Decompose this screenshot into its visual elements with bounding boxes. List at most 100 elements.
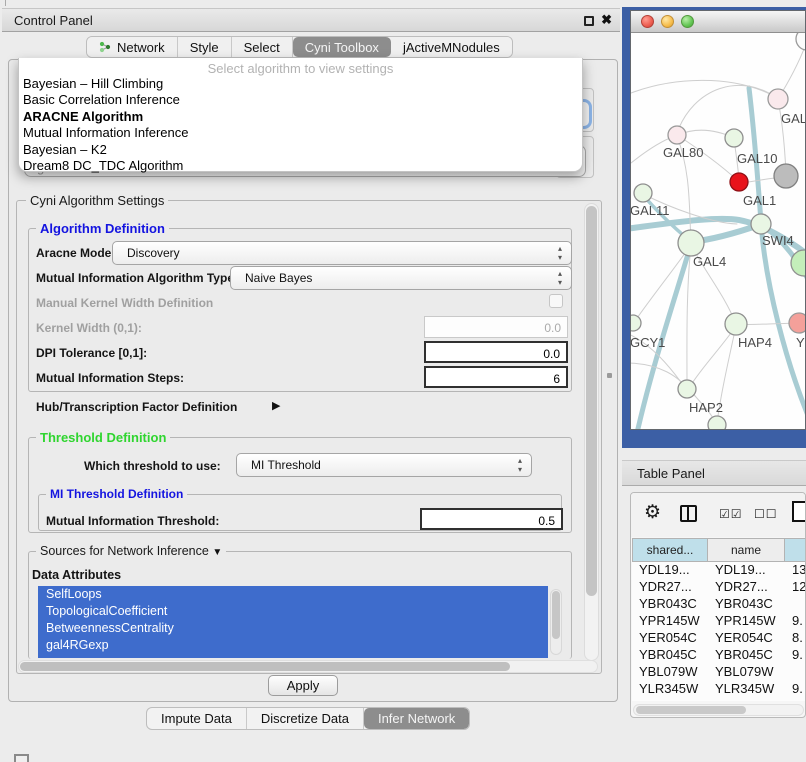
which-threshold-value: MI Threshold xyxy=(251,458,321,472)
algorithm-option[interactable]: Basic Correlation Inference xyxy=(19,92,582,108)
settings-gear-icon[interactable]: ⚙ xyxy=(644,501,661,524)
network-node[interactable] xyxy=(668,126,686,144)
tab-jactivemnodules[interactable]: jActiveMNodules xyxy=(391,37,512,57)
network-node[interactable] xyxy=(789,313,805,333)
table-row[interactable]: YER054CYER054C8. xyxy=(632,630,806,647)
settings-horizontal-scrollbar-thumb[interactable] xyxy=(20,662,510,671)
splitter-grip-icon[interactable] xyxy=(607,373,612,378)
table-row[interactable]: YDR27...YDR27...12 xyxy=(632,579,806,596)
network-node[interactable] xyxy=(725,129,743,147)
table-horizontal-scrollbar[interactable] xyxy=(633,704,804,716)
network-edge[interactable] xyxy=(631,363,687,388)
table-row[interactable]: YPR145WYPR145W9. xyxy=(632,613,806,630)
algorithm-dropdown-list: Bayesian – Hill ClimbingBasic Correlatio… xyxy=(19,76,582,174)
table-row[interactable]: YBL079WYBL079W xyxy=(632,664,806,681)
network-node[interactable] xyxy=(678,380,696,398)
table-body: YDL19...YDL19...13YDR27...YDR27...12YBR0… xyxy=(632,562,806,701)
network-node[interactable] xyxy=(708,416,726,430)
algorithm-option[interactable]: Mutual Information Inference xyxy=(19,125,582,141)
network-edge[interactable] xyxy=(631,80,776,97)
tab-impute-data[interactable]: Impute Data xyxy=(147,708,247,729)
table-horizontal-scrollbar-thumb[interactable] xyxy=(636,706,746,714)
attribute-list-item[interactable]: gal4RGexp xyxy=(38,637,548,654)
network-window-titlebar[interactable] xyxy=(631,11,805,33)
select-all-icon[interactable]: ☑☑ xyxy=(719,507,743,521)
network-node[interactable] xyxy=(796,33,805,50)
algorithm-option[interactable]: Bayesian – K2 xyxy=(19,142,582,158)
window-close-icon[interactable] xyxy=(641,15,654,28)
table-column-header[interactable]: name xyxy=(708,538,785,562)
table-column-header[interactable] xyxy=(785,538,806,562)
table-cell: YDL19... xyxy=(708,562,785,579)
mi-threshold-field[interactable]: 0.5 xyxy=(420,508,563,530)
algorithm-option[interactable]: Dream8 DC_TDC Algorithm xyxy=(19,158,582,174)
network-edge[interactable] xyxy=(635,245,691,321)
attribute-list-item[interactable]: BetweennessCentrality xyxy=(38,620,548,637)
algorithm-option[interactable]: ARACNE Algorithm xyxy=(19,109,582,125)
deselect-all-icon[interactable]: ☐☐ xyxy=(754,507,778,521)
table-row[interactable]: YDL19...YDL19...13 xyxy=(632,562,806,579)
table-column-header[interactable]: shared... xyxy=(632,538,708,562)
attribute-list-item[interactable]: TopologicalCoefficient xyxy=(38,603,548,620)
tab-label: Style xyxy=(190,40,219,55)
aracne-mode-combobox[interactable]: Discovery ▴▾ xyxy=(112,241,572,265)
kernel-width-label: Kernel Width (0,1): xyxy=(36,321,142,335)
network-node-label: GAL4 xyxy=(693,254,726,269)
network-node[interactable] xyxy=(774,164,798,188)
attribute-list-scrollbar-thumb[interactable] xyxy=(552,591,560,639)
stepper-icon: ▴▾ xyxy=(515,456,525,474)
network-node[interactable] xyxy=(751,214,771,234)
collapse-arrow-icon[interactable]: ▼ xyxy=(212,547,222,558)
network-node[interactable] xyxy=(725,313,747,335)
tab-infer-network[interactable]: Infer Network xyxy=(364,708,469,729)
column-view-icon[interactable] xyxy=(680,505,697,522)
window-zoom-icon[interactable] xyxy=(681,15,694,28)
tab-style[interactable]: Style xyxy=(178,37,232,57)
table-row[interactable]: YLR345WYLR345W9. xyxy=(632,681,806,698)
attribute-list-item[interactable]: SelfLoops xyxy=(38,586,548,603)
network-graph-canvas[interactable]: GALGAL80GAL10GAL1GAL11SWI4GAL4GCY1HAP4YH… xyxy=(631,33,805,430)
settings-vertical-scrollbar-thumb[interactable] xyxy=(586,206,597,596)
float-panel-icon[interactable] xyxy=(584,16,594,26)
tab-discretize-data[interactable]: Discretize Data xyxy=(247,708,364,729)
network-node[interactable] xyxy=(730,173,748,191)
close-icon[interactable]: ✖ xyxy=(601,12,612,28)
mi-steps-field[interactable]: 6 xyxy=(424,366,568,388)
mi-type-combobox[interactable]: Naive Bayes ▴▾ xyxy=(230,266,572,290)
apply-button[interactable]: Apply xyxy=(268,675,338,696)
sources-title: Sources for Network Inference ▼ xyxy=(36,544,226,558)
network-node-label: HAP2 xyxy=(689,400,723,415)
table-row[interactable]: YBR043CYBR043C xyxy=(632,596,806,613)
network-node-label: HAP4 xyxy=(738,335,772,350)
minimized-panel-icon[interactable] xyxy=(14,754,29,762)
new-table-icon[interactable] xyxy=(792,501,806,522)
table-cell: 13 xyxy=(785,562,806,579)
kernel-width-field: 0.0 xyxy=(424,316,568,338)
tab-select[interactable]: Select xyxy=(232,37,293,57)
table-cell: YDR27... xyxy=(708,579,785,596)
table-cell: YPR145W xyxy=(632,613,708,630)
network-node[interactable] xyxy=(631,315,641,331)
cyni-bottom-tabs: Impute DataDiscretize DataInfer Network xyxy=(146,707,470,730)
tab-cyni-toolbox[interactable]: Cyni Toolbox xyxy=(293,37,391,57)
expand-arrow-icon[interactable]: ▶ xyxy=(272,399,280,412)
mi-threshold-group-title: MI Threshold Definition xyxy=(46,487,187,501)
network-edge[interactable] xyxy=(687,245,691,388)
algorithm-dropdown-popup: Select algorithm to view settings Bayesi… xyxy=(18,58,583,172)
tab-network[interactable]: Network xyxy=(87,37,178,57)
network-node[interactable] xyxy=(678,230,704,256)
table-row[interactable]: YBR045CYBR045C9. xyxy=(632,647,806,664)
mi-type-label: Mutual Information Algorithm Type: xyxy=(36,271,238,285)
network-node[interactable] xyxy=(634,184,652,202)
algorithm-dropdown-placeholder: Select algorithm to view settings xyxy=(19,61,582,76)
window-minimize-icon[interactable] xyxy=(661,15,674,28)
network-edge[interactable] xyxy=(677,85,778,133)
dpi-tolerance-field[interactable]: 0.0 xyxy=(424,341,568,363)
which-threshold-label: Which threshold to use: xyxy=(84,459,221,473)
network-node[interactable] xyxy=(768,89,788,109)
which-threshold-combobox[interactable]: MI Threshold ▴▾ xyxy=(236,453,532,477)
aracne-mode-label: Aracne Mode: xyxy=(36,246,115,260)
table-cell: 9. xyxy=(785,647,806,664)
algorithm-option[interactable]: Bayesian – Hill Climbing xyxy=(19,76,582,92)
table-row[interactable]: YIL052CYIL052C9 xyxy=(632,698,806,701)
